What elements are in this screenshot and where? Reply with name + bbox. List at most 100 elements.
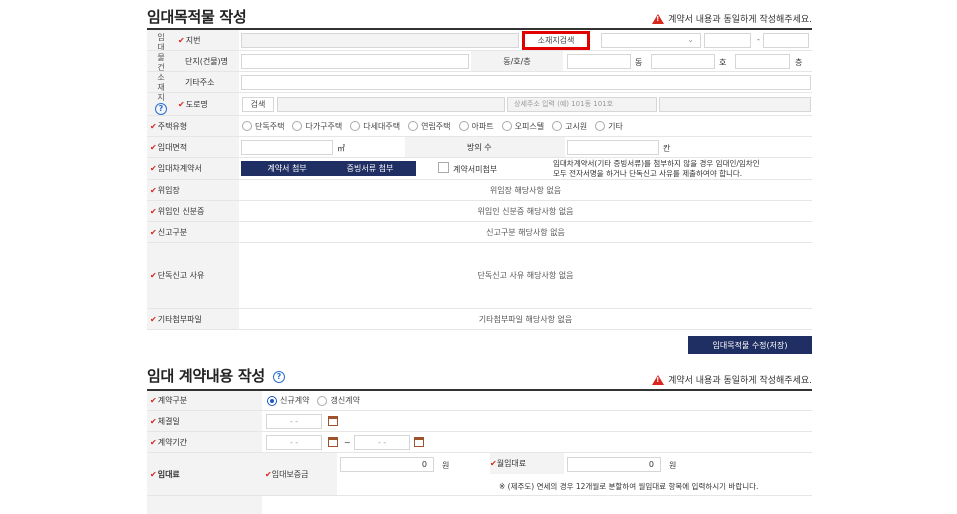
ho-unit: 호: [719, 58, 727, 67]
radio-renew-contract[interactable]: 갱신계약: [317, 395, 360, 406]
jibun-select[interactable]: ⌄: [601, 33, 701, 48]
report-type-label: ✔ 신고구분: [147, 222, 239, 242]
radio-house-type[interactable]: 단독주택: [242, 121, 284, 132]
monthly-label: ✔ 월임대료: [490, 453, 564, 474]
period-end-input[interactable]: - -: [354, 435, 410, 450]
house-type-label: ✔ 주택유형: [147, 116, 239, 136]
no-contract-checkbox[interactable]: [438, 162, 449, 173]
delegate-id-label: ✔ 위임인 신분증: [147, 201, 239, 221]
floor-input[interactable]: [735, 54, 790, 69]
road-address-input[interactable]: [277, 97, 505, 112]
rent-label: ✔ 임대료: [147, 453, 262, 495]
rent-row: ✔ 임대료 ✔ 임대보증금 0 원 ✔ 월임대료 0 원 ※ (제주도) 연세의 경우…: [147, 453, 812, 496]
warning-icon: [652, 374, 665, 385]
attach-proof-button[interactable]: 증빙서류 첨부: [324, 161, 416, 176]
contract-row: ✔ 임대차계약서 계약서 첨부 증빙서류 첨부 계약서미첨부 임대차계약서(기타 …: [147, 158, 812, 180]
floor-unit: 층: [795, 58, 803, 67]
attach-contract-button[interactable]: 계약서 첨부: [241, 161, 333, 176]
next-row: [147, 496, 812, 514]
etc-address-label: 기타주소: [175, 72, 239, 92]
delegate-label: ✔ 위임장: [147, 180, 239, 200]
road-extra-input[interactable]: [659, 97, 811, 112]
delegate-value: 위임장 해당사항 없음: [489, 185, 562, 195]
road-row: ✔ 도로명 검색 상세주소 입력 (예) 101동 101호: [147, 93, 812, 116]
area-unit: ㎡: [337, 144, 345, 153]
solo-reason-label: ✔ 단독신고 사유: [147, 243, 239, 308]
monthly-won: 원: [669, 461, 677, 470]
danji-input[interactable]: [241, 54, 469, 69]
road-search-button[interactable]: 검색: [242, 97, 274, 112]
period-start-input[interactable]: - -: [266, 435, 322, 450]
period-row: ✔ 계약기간 - - ~ - -: [147, 432, 812, 453]
help-icon[interactable]: ?: [272, 370, 285, 383]
etc-address-row: 기타주소: [147, 72, 812, 93]
delegate-row: ✔ 위임장 위임장 해당사항 없음: [147, 180, 812, 201]
section2-title: 임대 계약내용 작성 ?: [147, 365, 285, 386]
chevron-down-icon: ⌄: [687, 35, 694, 44]
sign-date-row: ✔ 체결일 - -: [147, 411, 812, 432]
radio-house-type[interactable]: 오피스텔: [501, 121, 544, 132]
section2-warning-text: 계약서 내용과 동일하게 작성해주세요.: [668, 376, 812, 386]
danji-label: 단지(건물)명: [175, 51, 239, 71]
deposit-input[interactable]: 0: [340, 457, 434, 472]
contract-label: ✔ 임대차계약서: [147, 158, 239, 179]
area-row: ✔ 임대면적 ㎡ 방의 수 칸: [147, 137, 812, 158]
jibun-sub-number-input[interactable]: [763, 33, 809, 48]
contract-notice-line1: 임대차계약서(기타 증빙서류)를 첨부하지 않을 경우 임대인/임차인: [553, 159, 760, 168]
jibun-row: ✔ 지번 소재지검색 ⌄ -: [147, 30, 812, 51]
ho-input[interactable]: [651, 54, 715, 69]
contract-type-row: ✔ 계약구분 신규계약 갱신계약: [147, 391, 812, 411]
area-label: ✔ 임대면적: [147, 137, 239, 157]
monthly-input[interactable]: 0: [567, 457, 661, 472]
radio-house-type[interactable]: 아파트: [458, 121, 494, 132]
delegate-id-row: ✔ 위임인 신분증 위임인 신분증 해당사항 없음: [147, 201, 812, 222]
sign-date-input[interactable]: - -: [266, 414, 322, 429]
radio-house-type[interactable]: 연립주택: [408, 121, 451, 132]
etc-address-input[interactable]: [241, 75, 811, 90]
etc-file-value: 기타첨부파일 해당사항 없음: [478, 314, 573, 324]
detail-address-input[interactable]: 상세주소 입력 (예) 101동 101호: [507, 97, 657, 112]
house-type-row: ✔ 주택유형 단독주택 다가구주택 다세대주택 연립주택 아파트 오피스텔 고시원…: [147, 116, 812, 137]
report-type-value: 신고구분 해당사항 없음: [486, 227, 565, 237]
house-type-options: 단독주택 다가구주택 다세대주택 연립주택 아파트 오피스텔 고시원 기타: [242, 116, 631, 136]
dong-unit: 동: [635, 58, 643, 67]
save-property-button[interactable]: 임대목적물 수정(저장): [688, 336, 812, 354]
jibun-address-input[interactable]: [241, 33, 519, 48]
etc-file-row: ✔ 기타첨부파일 기타첨부파일 해당사항 없음: [147, 309, 812, 330]
radio-house-type[interactable]: 다세대주택: [350, 121, 400, 132]
deposit-label: ✔ 임대보증금: [262, 453, 337, 495]
radio-new-contract[interactable]: 신규계약: [267, 395, 309, 406]
road-label: ✔ 도로명: [175, 93, 239, 115]
section1-title: 임대목적물 작성: [147, 8, 247, 26]
calendar-icon[interactable]: [328, 416, 338, 426]
rooms-input[interactable]: [567, 140, 659, 155]
location-search-button[interactable]: 소재지검색: [522, 31, 590, 50]
jibun-main-number-input[interactable]: [704, 33, 751, 48]
radio-house-type[interactable]: 다가구주택: [292, 121, 342, 132]
period-label: ✔ 계약기간: [147, 432, 262, 452]
radio-house-type[interactable]: 기타: [595, 121, 623, 132]
area-input[interactable]: [241, 140, 333, 155]
etc-file-label: ✔ 기타첨부파일: [147, 309, 239, 329]
radio-house-type[interactable]: 고시원: [552, 121, 587, 132]
jibun-label: ✔ 지번: [175, 30, 239, 50]
contract-type-label: ✔ 계약구분: [147, 391, 262, 410]
sign-date-label: ✔ 체결일: [147, 411, 262, 431]
contract-notice-line2: 모두 전자서명을 하거나 단독신고 사유를 제출하여야 합니다.: [553, 169, 743, 178]
section1-warning: 계약서 내용과 동일하게 작성해주세요.: [652, 12, 812, 25]
jibun-dash: -: [757, 35, 760, 44]
dong-input[interactable]: [567, 54, 631, 69]
solo-reason-row: ✔ 단독신고 사유 단독신고 사유 해당사항 없음: [147, 243, 812, 309]
section1-warning-text: 계약서 내용과 동일하게 작성해주세요.: [668, 15, 812, 25]
section2-warning: 계약서 내용과 동일하게 작성해주세요.: [652, 373, 812, 386]
no-contract-label: 계약서미첨부: [453, 165, 498, 174]
warning-icon: [652, 13, 665, 24]
contract-type-options: 신규계약 갱신계약: [267, 391, 368, 410]
rooms-label: 방의 수: [405, 137, 565, 157]
next-row-label: [147, 496, 262, 514]
calendar-icon[interactable]: [414, 437, 424, 447]
deposit-won: 원: [442, 461, 450, 470]
period-tilde: ~: [344, 438, 351, 447]
rooms-unit: 칸: [663, 144, 671, 153]
calendar-icon[interactable]: [328, 437, 338, 447]
